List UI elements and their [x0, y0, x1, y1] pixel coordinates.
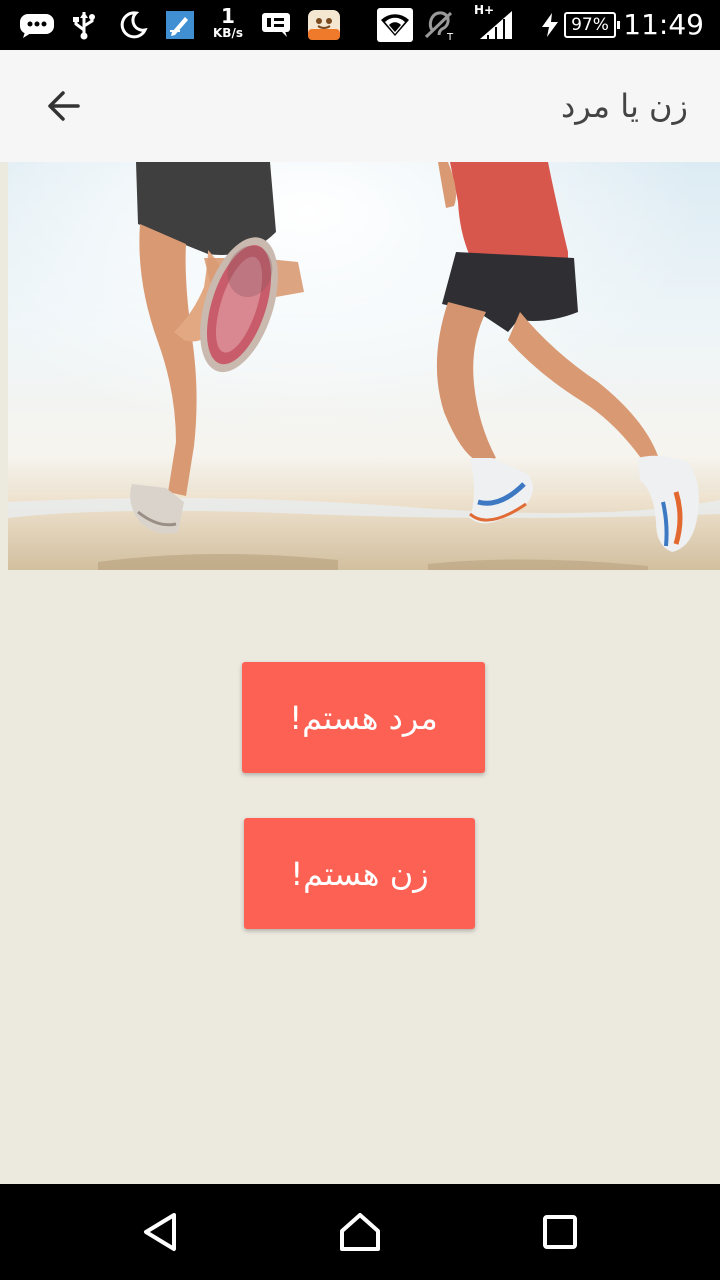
battery-indicator: 97%	[540, 10, 620, 40]
battery-icon: 97%	[564, 12, 620, 38]
nav-back-button[interactable]	[136, 1208, 184, 1256]
nav-recents-button[interactable]	[536, 1208, 584, 1256]
nav-home-button[interactable]	[336, 1208, 384, 1256]
arrow-left-icon	[48, 91, 80, 121]
female-button[interactable]: زن هستم!	[244, 818, 475, 929]
wifi-icon	[376, 8, 414, 42]
hearing-aid-icon: T	[422, 9, 456, 41]
network-speed-value: 1	[221, 4, 235, 28]
male-button[interactable]: مرد هستم!	[242, 662, 485, 773]
svg-text:T: T	[446, 32, 454, 41]
recents-icon	[543, 1215, 577, 1249]
chat-icon	[18, 9, 56, 41]
clock: 11:49	[623, 8, 704, 41]
home-icon	[340, 1213, 380, 1251]
charging-icon	[542, 13, 558, 37]
network-type: H+	[474, 3, 495, 17]
status-bar: 1 KB/s T H+ 97% 11:49	[0, 0, 720, 50]
app-icon	[306, 9, 342, 41]
network-speed: 1 KB/s	[210, 6, 246, 39]
hero-image	[8, 162, 720, 570]
back-triangle-icon	[144, 1213, 176, 1251]
message-icon	[260, 9, 292, 41]
app-bar: زن یا مرد	[0, 50, 720, 162]
screenshot-icon	[164, 9, 196, 41]
usb-icon	[70, 9, 98, 41]
runners-photo	[8, 162, 720, 570]
battery-level: 97%	[571, 15, 609, 35]
signal-icon: H+	[472, 3, 516, 41]
page-title: زن یا مرد	[561, 87, 688, 125]
back-button[interactable]	[36, 78, 92, 134]
moon-icon	[116, 9, 150, 41]
network-speed-unit: KB/s	[213, 26, 243, 40]
navigation-bar	[0, 1184, 720, 1280]
